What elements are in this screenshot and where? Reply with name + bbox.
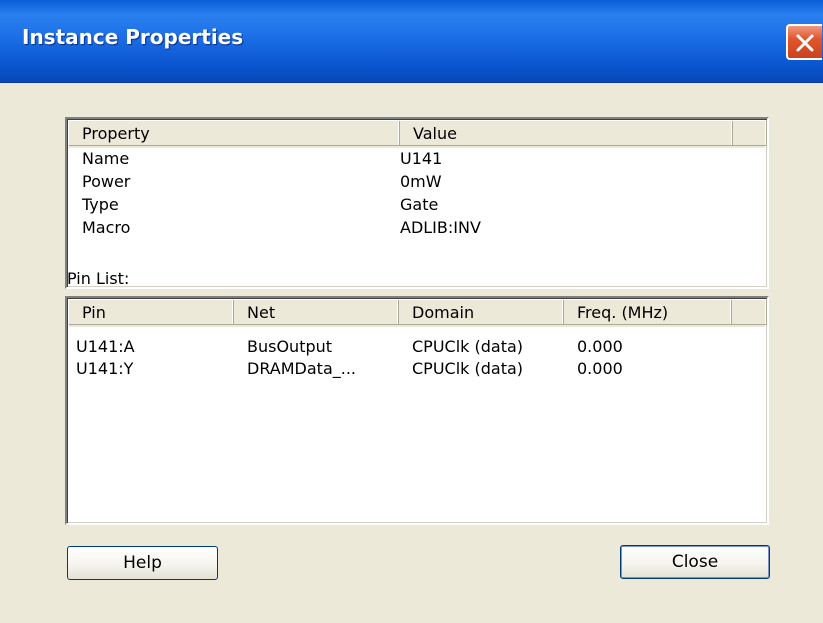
close-button[interactable]: Close <box>620 545 770 579</box>
window-close-button[interactable] <box>786 24 822 60</box>
column-header-blank[interactable] <box>732 300 767 325</box>
freq-cell: 0.000 <box>577 337 623 356</box>
table-row[interactable]: Power 0mW <box>69 171 765 194</box>
net-cell: DRAMData_... <box>247 359 356 378</box>
freq-cell: 0.000 <box>577 359 623 378</box>
property-value: ADLIB:INV <box>400 218 481 237</box>
close-x-icon <box>796 34 814 52</box>
column-header-freq[interactable]: Freq. (MHz) <box>564 300 732 325</box>
help-button[interactable]: Help <box>67 546 218 580</box>
pin-cell: U141:A <box>76 337 135 356</box>
column-header-net[interactable]: Net <box>234 300 399 325</box>
column-header-blank[interactable] <box>733 121 767 146</box>
property-value: 0mW <box>400 172 442 191</box>
column-header-property[interactable]: Property <box>69 121 400 146</box>
property-name: Name <box>82 149 130 168</box>
property-value: Gate <box>400 195 439 214</box>
pin-list-label: Pin List: <box>67 269 130 288</box>
property-value: U141 <box>400 149 443 168</box>
properties-list[interactable]: Property Value Name U141 Power 0mW Type … <box>65 117 769 289</box>
column-header-value[interactable]: Value <box>400 121 733 146</box>
property-name: Type <box>82 195 119 214</box>
pin-list-header: Pin Net Domain Freq. (MHz) <box>69 300 767 327</box>
column-header-domain[interactable]: Domain <box>399 300 564 325</box>
table-row[interactable]: Type Gate <box>69 194 765 217</box>
net-cell: BusOutput <box>247 337 333 356</box>
domain-cell: CPUClk (data) <box>412 359 524 378</box>
property-name: Macro <box>82 218 131 237</box>
properties-header: Property Value <box>69 121 767 148</box>
window-title: Instance Properties <box>22 25 244 49</box>
table-row[interactable]: Name U141 <box>69 148 765 171</box>
table-row[interactable]: U141:A BusOutput CPUClk (data) 0.000 <box>69 336 765 359</box>
table-row[interactable]: Macro ADLIB:INV <box>69 217 765 240</box>
column-header-pin[interactable]: Pin <box>69 300 234 325</box>
pin-list[interactable]: Pin Net Domain Freq. (MHz) U141:A BusOut… <box>65 296 769 525</box>
table-row[interactable]: U141:Y DRAMData_... CPUClk (data) 0.000 <box>69 358 765 381</box>
domain-cell: CPUClk (data) <box>412 337 524 356</box>
property-name: Power <box>82 172 131 191</box>
pin-cell: U141:Y <box>76 359 134 378</box>
instance-properties-dialog: Instance Properties Property Value Name … <box>0 0 823 623</box>
title-bar[interactable]: Instance Properties <box>0 0 823 83</box>
